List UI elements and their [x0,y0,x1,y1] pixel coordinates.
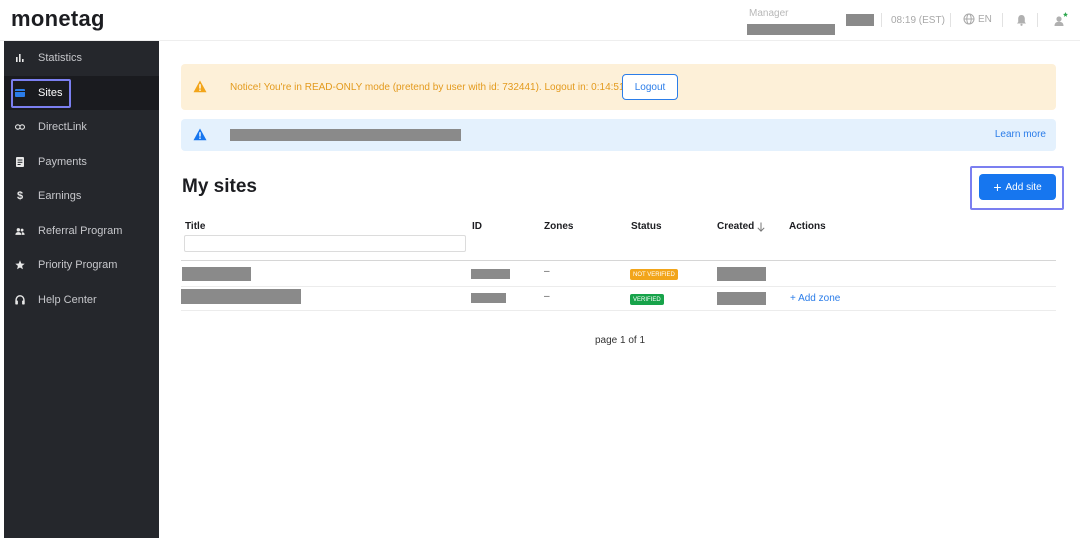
zones-value: – [544,266,550,277]
sidebar-item-label: Payments [38,156,87,168]
page-title: My sites [182,176,257,197]
sidebar-item-label: Earnings [38,190,82,202]
top-bar: monetag Manager 08:19 (EST) EN [0,0,1080,41]
balance-redacted [846,14,874,26]
divider [881,13,882,27]
zones-value: – [544,291,550,302]
user-menu-button[interactable] [1053,11,1069,32]
users-icon [15,226,25,236]
notice-text: Notice! You're in READ-ONLY mode (preten… [230,82,625,93]
add-site-label: Add site [1005,181,1042,193]
learn-more-link[interactable]: Learn more [995,129,1046,140]
dollar-icon: $ [16,190,24,202]
logo[interactable]: monetag [11,6,105,32]
column-header-actions: Actions [789,221,826,232]
info-text-redacted [230,129,461,141]
document-icon [15,157,25,167]
warning-icon [193,80,207,93]
readonly-notice: Notice! You're in READ-ONLY mode (preten… [181,64,1056,110]
created-date-redacted [717,267,766,281]
logout-button[interactable]: Logout [622,74,678,100]
add-site-button[interactable]: + Add site [979,174,1056,200]
status-badge: NOT VERIFIED [630,269,678,280]
sidebar-item-help-center[interactable]: Help Center [4,283,159,317]
sidebar-item-statistics[interactable]: Statistics [4,41,159,75]
pagination-info: page 1 of 1 [595,335,646,346]
sidebar-item-priority-program[interactable]: Priority Program [4,248,159,282]
site-id-redacted [471,269,510,279]
sites-highlight-outline [11,79,71,108]
logo-text: monetag [11,6,105,31]
manager-label: Manager [749,8,789,19]
table-header-divider [181,260,1056,261]
column-header-status[interactable]: Status [631,221,662,232]
sidebar-item-label: Statistics [38,52,83,64]
row-divider [181,310,1056,311]
user-icon [1054,12,1068,26]
globe-icon [963,13,975,25]
bell-icon [1017,15,1026,26]
sidebar-item-label: Priority Program [38,259,118,271]
plus-icon: + [993,179,1002,195]
column-header-id[interactable]: ID [472,221,482,232]
column-header-zones[interactable]: Zones [544,221,573,232]
column-header-title[interactable]: Title [185,221,205,232]
divider [950,13,951,27]
title-filter-input[interactable] [184,235,466,252]
info-banner: Learn more [181,119,1056,151]
sidebar-item-payments[interactable]: Payments [4,145,159,179]
status-badge: VERIFIED [630,294,664,305]
column-header-created[interactable]: Created [717,221,765,232]
row-divider [181,286,1056,287]
bar-chart-icon [15,53,25,63]
sidebar-item-earnings[interactable]: $ Earnings [4,179,159,213]
divider [1037,13,1038,27]
sidebar-item-label: DirectLink [38,121,87,133]
site-id-redacted [471,293,506,303]
star-icon [15,260,25,270]
headphones-icon [15,295,25,305]
created-date-redacted [717,292,766,305]
alert-icon [193,128,207,141]
sidebar-item-directlink[interactable]: DirectLink [4,110,159,144]
site-title-redacted[interactable] [181,289,301,304]
site-title-redacted[interactable] [182,267,251,281]
sidebar-item-label: Referral Program [38,225,123,237]
clock: 08:19 (EST) [891,15,945,26]
divider [1002,13,1003,27]
sidebar-item-referral-program[interactable]: Referral Program [4,214,159,248]
language-selector[interactable]: EN [963,13,992,25]
link-icon [15,122,25,132]
sort-down-icon [757,222,765,232]
sidebar: Statistics Sites DirectLink Payments $ E… [4,41,159,538]
notifications-button[interactable] [1016,13,1027,31]
manager-name-redacted [747,24,835,35]
language-code: EN [978,13,992,25]
sidebar-item-label: Help Center [38,294,97,306]
column-header-created-label: Created [717,221,755,232]
app-frame: monetag Manager 08:19 (EST) EN Statistic… [0,0,1080,543]
add-zone-link[interactable]: + Add zone [790,293,840,304]
